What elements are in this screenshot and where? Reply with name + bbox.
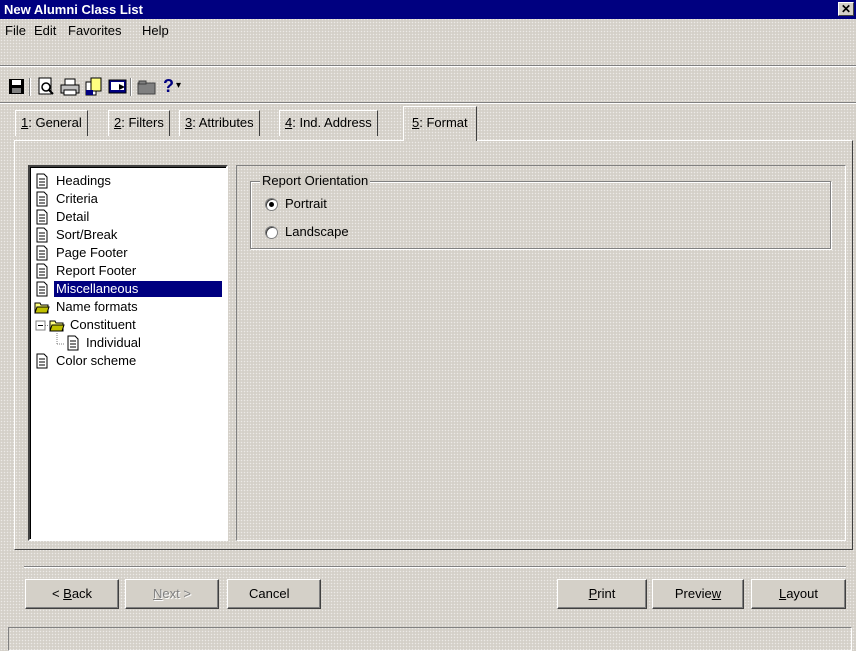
send-button[interactable] [107, 76, 129, 98]
print-key: P [588, 586, 598, 601]
toolbar-divider [130, 78, 132, 96]
tab-attributes[interactable]: 3: Attributes [179, 110, 260, 136]
next-key: N [153, 586, 163, 601]
tree-item-label: Detail [56, 209, 90, 224]
tab-ind-address-label: : Ind. Address [292, 115, 372, 130]
open-folder-icon [49, 320, 65, 332]
document-icon [67, 335, 79, 351]
document-icon [36, 173, 48, 189]
print-icon [60, 78, 80, 96]
open-folder-icon [34, 302, 50, 314]
tab-attributes-label: : Attributes [192, 115, 254, 130]
tree-item-label: Individual [86, 335, 141, 350]
cancel-button[interactable]: Cancel [227, 579, 321, 609]
portrait-label: Portrait [285, 196, 327, 211]
tree-item-label: Headings [56, 173, 111, 188]
toolbar-divider [29, 78, 31, 96]
tab-format[interactable]: 5: Format [403, 106, 477, 141]
tab-filters[interactable]: 2: Filters [108, 110, 170, 136]
preview-label: Previe [674, 586, 712, 601]
help-icon: ? [163, 76, 174, 96]
close-button[interactable]: ✕ [838, 2, 854, 16]
toolbar-separator [0, 102, 856, 104]
back-key: B [63, 586, 72, 601]
menu-edit[interactable]: Edit [34, 23, 56, 38]
tree-item-label: Page Footer [56, 245, 128, 260]
back-prefix: < [51, 586, 64, 601]
tree-item-label: Sort/Break [56, 227, 118, 242]
document-icon [36, 209, 48, 225]
cancel-label: Cancel [249, 586, 290, 601]
next-button[interactable]: Next > [125, 579, 219, 609]
print-preview-icon [38, 77, 54, 95]
layout-button[interactable]: Layout [751, 579, 846, 609]
send-icon [108, 79, 127, 94]
print-button[interactable] [59, 76, 81, 98]
menu-file[interactable]: File [5, 23, 26, 38]
tree-item-label: Criteria [56, 191, 98, 206]
tree-item-label: Miscellaneous [53, 280, 223, 298]
landscape-label: Landscape [285, 224, 349, 239]
save-button[interactable] [6, 76, 28, 98]
preview-button[interactable]: Preview [652, 579, 744, 609]
back-button[interactable]: < Back [25, 579, 119, 609]
tab-general[interactable]: 1: General [15, 110, 88, 136]
tree-item-label: Report Footer [56, 263, 137, 278]
portrait-radio[interactable] [265, 198, 278, 211]
document-icon [36, 227, 48, 243]
window-title: New Alumni Class List [4, 2, 143, 17]
back-label: ack [71, 586, 93, 601]
next-label: ext > [162, 586, 191, 601]
preview-key: w [711, 586, 722, 601]
format-tree[interactable]: Headings Criteria Detail Sort/Break Page… [28, 165, 228, 541]
document-icon [36, 353, 48, 369]
tab-filters-label: : Filters [121, 115, 164, 130]
document-icon [36, 191, 48, 207]
menu-help[interactable]: Help [142, 23, 169, 38]
title-bar: New Alumni Class List ✕ [0, 0, 856, 19]
status-bar [8, 627, 852, 651]
export-icon [85, 77, 102, 96]
close-icon: ✕ [840, 2, 852, 16]
document-icon [36, 281, 48, 297]
button-separator [24, 566, 846, 568]
folder-icon [137, 80, 156, 95]
dropdown-arrow-icon: ▾ [176, 80, 182, 91]
tree-item-label: Constituent [70, 317, 136, 332]
folder-button[interactable] [136, 76, 158, 98]
document-icon [36, 245, 48, 261]
save-icon [9, 79, 24, 94]
report-window: New Alumni Class List ✕ File Edit Favori… [0, 0, 856, 651]
menu-favorites[interactable]: Favorites [68, 23, 121, 38]
tab-ind-address[interactable]: 4: Ind. Address [279, 110, 378, 136]
landscape-radio[interactable] [265, 226, 278, 239]
menu-separator [0, 65, 856, 67]
print-report-button[interactable]: Print [557, 579, 647, 609]
help-button[interactable]: ? ▾ [160, 76, 190, 98]
tab-general-label: : General [28, 115, 82, 130]
print-preview-button[interactable] [35, 76, 57, 98]
tab-format-label: : Format [419, 115, 468, 130]
export-button[interactable] [83, 76, 105, 98]
group-title: Report Orientation [260, 173, 371, 188]
menu-bar: File Edit Favorites Help [0, 19, 856, 41]
tree-item-label: Color scheme [56, 353, 137, 368]
tree-item-label: Name formats [56, 299, 138, 314]
layout-label: ayout [786, 586, 819, 601]
document-icon [36, 263, 48, 279]
print-label: rint [597, 586, 616, 601]
